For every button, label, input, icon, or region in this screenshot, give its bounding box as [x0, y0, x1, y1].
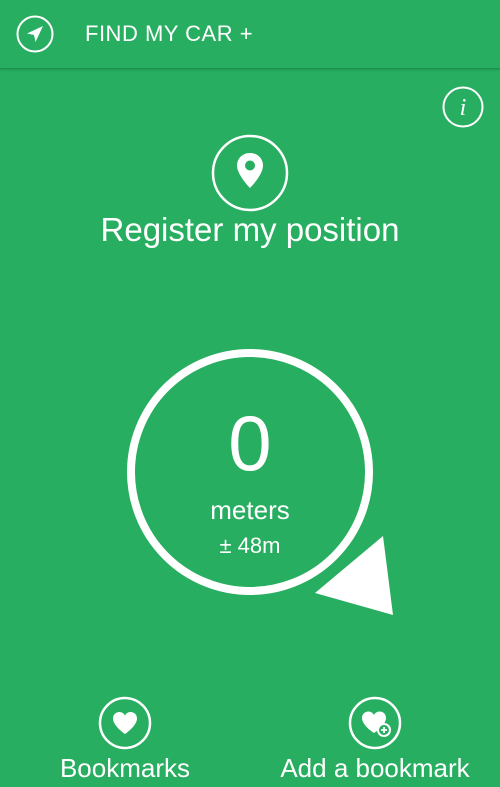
- heart-icon: [98, 696, 152, 750]
- info-icon[interactable]: i: [442, 86, 484, 128]
- bookmarks-button[interactable]: Bookmarks: [45, 696, 205, 787]
- register-position-button[interactable]: Register my position: [0, 208, 500, 252]
- gps-accuracy: ± 48m: [219, 533, 281, 558]
- app-title: FIND MY CAR +: [85, 21, 254, 46]
- add-bookmark-button[interactable]: Add a bookmark: [262, 696, 488, 787]
- location-pin-icon[interactable]: [210, 133, 290, 213]
- info-glyph: i: [460, 95, 467, 121]
- app-header: FIND MY CAR +: [0, 0, 500, 69]
- heart-add-icon: [348, 696, 402, 750]
- distance-value: 0: [228, 399, 272, 487]
- app-screen: FIND MY CAR + i Register my position 0 m…: [0, 0, 500, 787]
- navigation-arrow-icon[interactable]: [16, 15, 54, 53]
- distance-unit: meters: [210, 495, 290, 525]
- add-bookmark-label: Add a bookmark: [280, 753, 470, 783]
- bookmarks-label: Bookmarks: [59, 753, 191, 783]
